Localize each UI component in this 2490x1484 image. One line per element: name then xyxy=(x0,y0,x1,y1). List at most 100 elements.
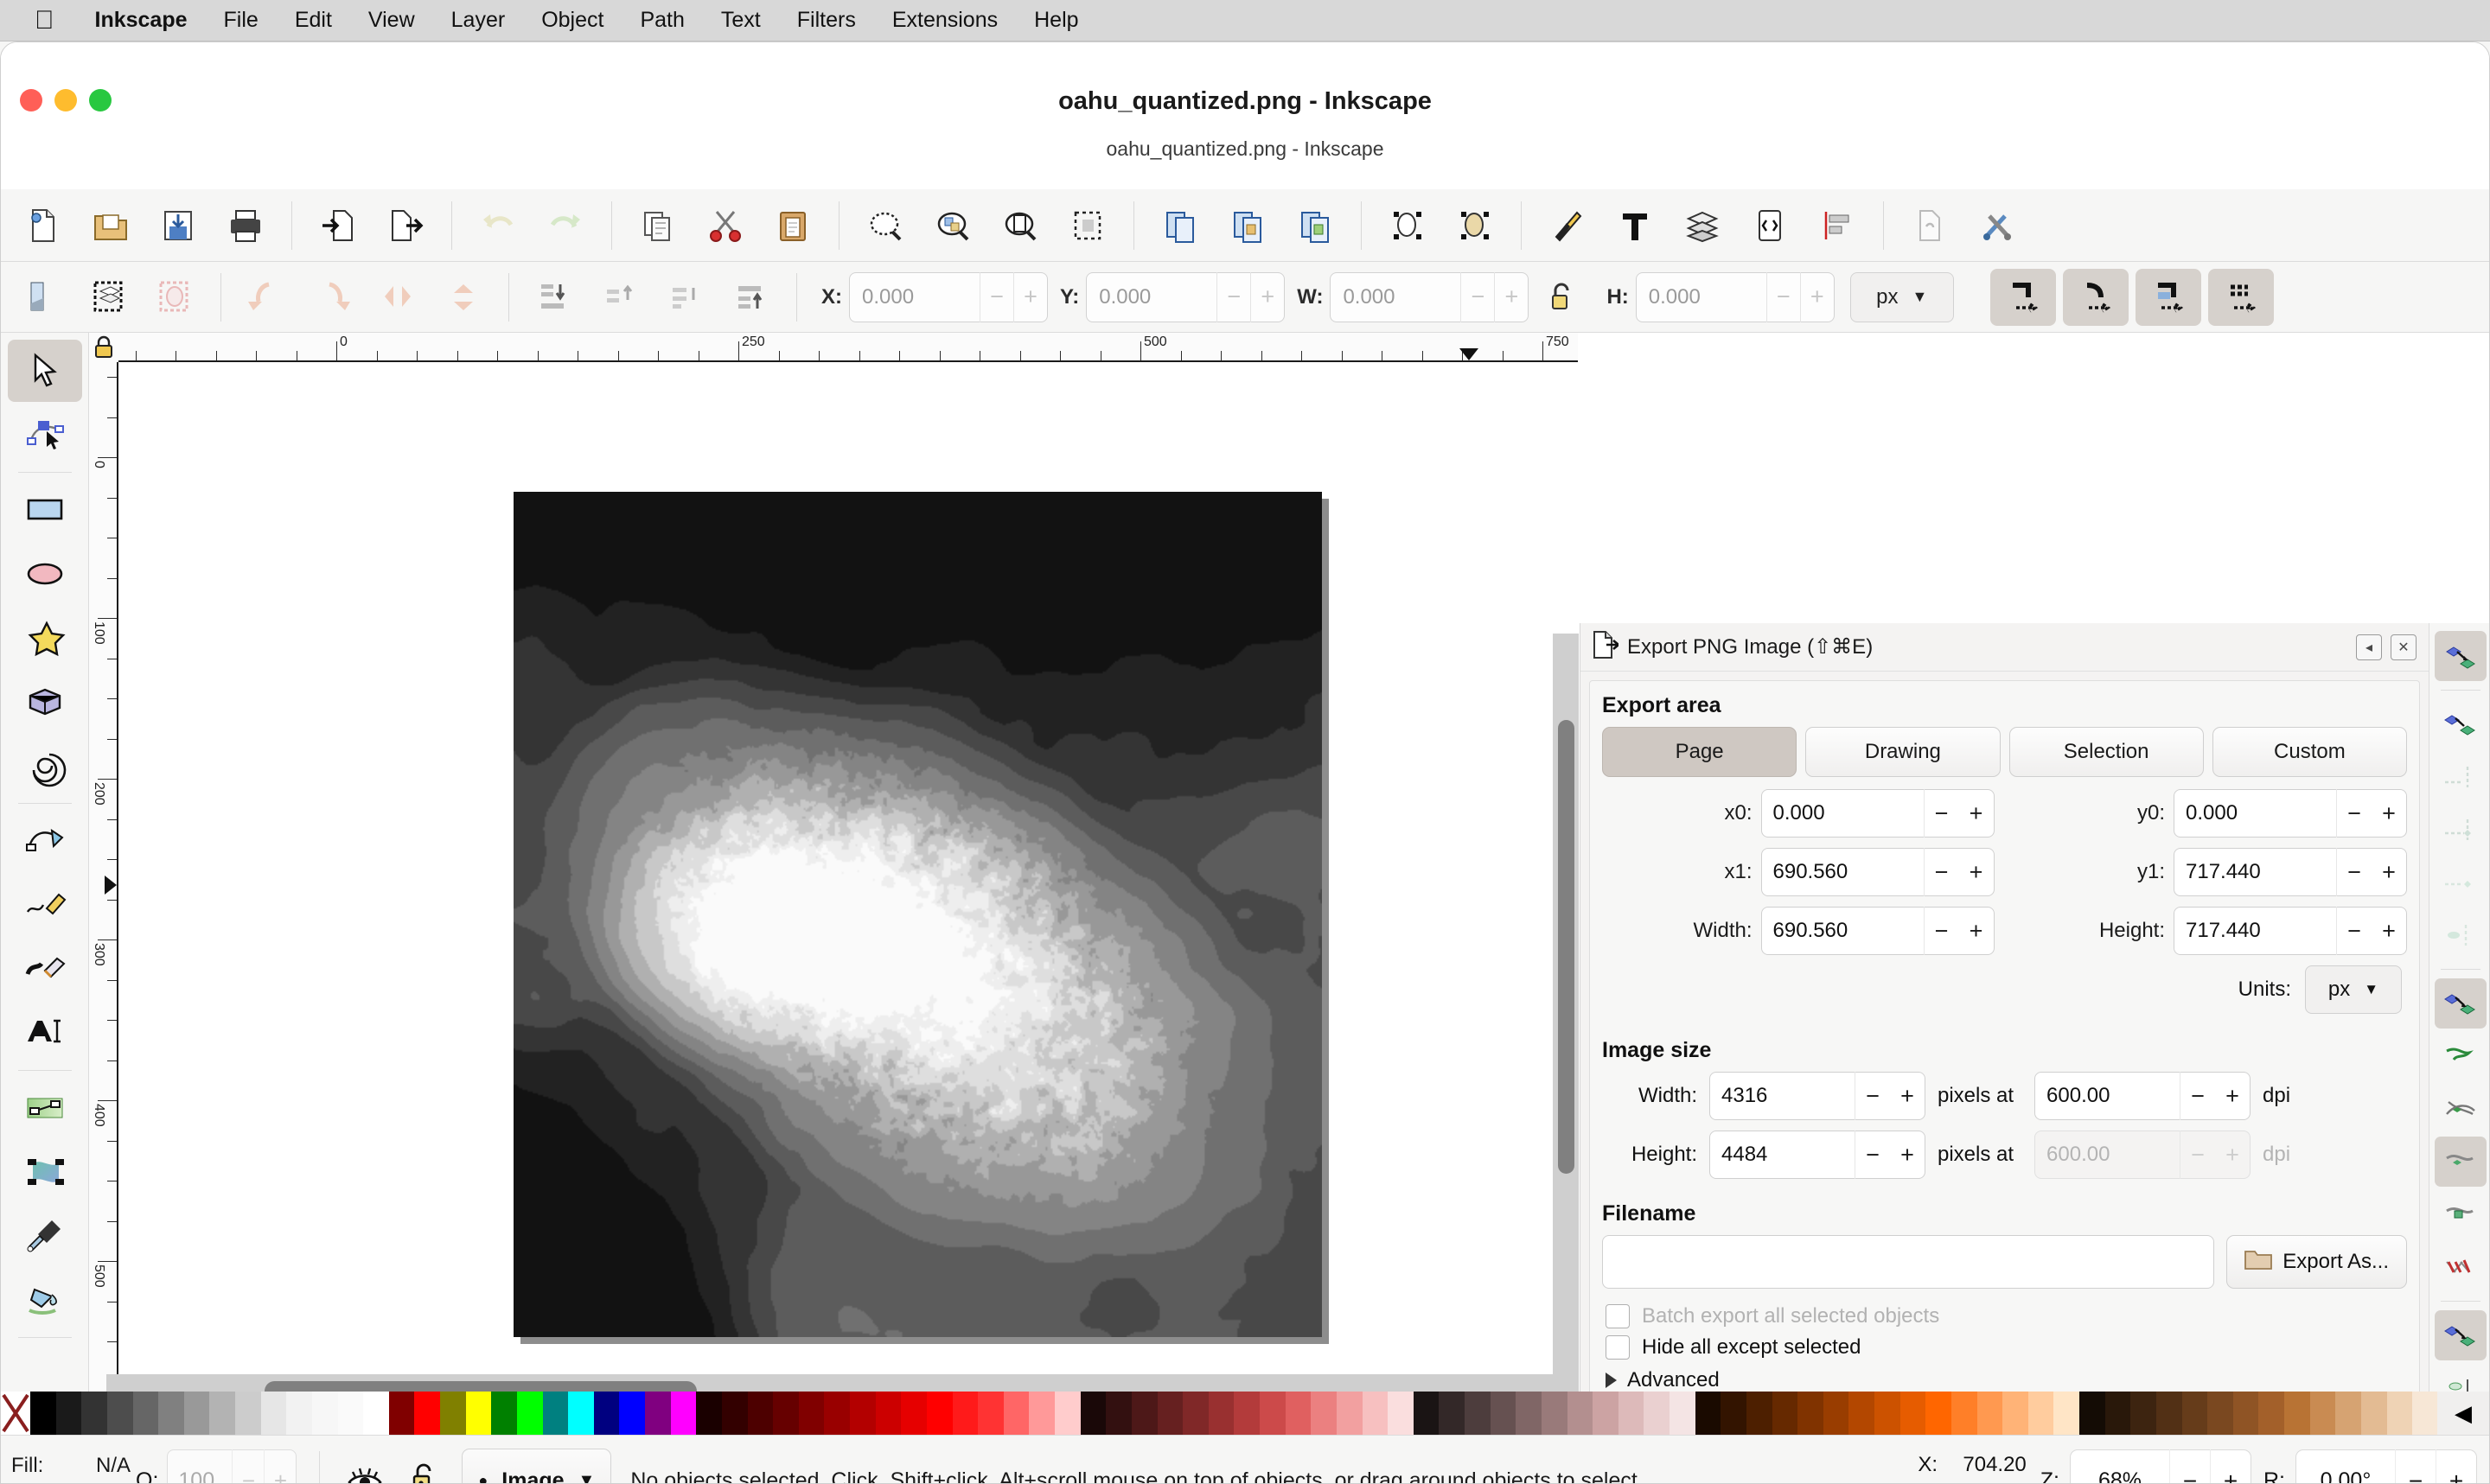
y1-increment[interactable]: + xyxy=(2372,859,2406,886)
collapse-icon[interactable]: ◂ xyxy=(2356,634,2382,660)
paste-icon[interactable] xyxy=(763,196,822,255)
snap-bbox-corners-button[interactable] xyxy=(2435,805,2487,855)
units-dropdown[interactable]: px ▼ xyxy=(1849,271,1954,322)
palette-swatch[interactable] xyxy=(1925,1392,1951,1435)
palette-swatch[interactable] xyxy=(2412,1392,2438,1435)
palette-swatch[interactable] xyxy=(1772,1392,1798,1435)
snap-bbox-edges-button[interactable] xyxy=(2435,752,2487,802)
export-area-custom-button[interactable]: Custom xyxy=(2212,727,2407,777)
ellipse-tool[interactable] xyxy=(8,543,82,605)
y-increment[interactable]: + xyxy=(1251,283,1284,310)
palette-swatch[interactable] xyxy=(696,1392,722,1435)
palette-swatch[interactable] xyxy=(516,1392,543,1435)
node-tool[interactable] xyxy=(8,404,82,466)
flip-vertical-icon[interactable] xyxy=(437,271,490,324)
gradient-tool[interactable] xyxy=(8,1077,82,1139)
rotate-ccw-icon[interactable] xyxy=(239,271,293,324)
menu-view[interactable]: View xyxy=(350,8,433,33)
new-document-icon[interactable] xyxy=(14,196,73,255)
lock-open-icon[interactable] xyxy=(1535,271,1588,324)
palette-swatch[interactable] xyxy=(747,1392,774,1435)
palette-swatch[interactable] xyxy=(1746,1392,1772,1435)
rectangle-tool[interactable] xyxy=(8,479,82,541)
palette-swatch[interactable] xyxy=(209,1392,235,1435)
dpi-width-increment[interactable]: + xyxy=(2215,1083,2250,1110)
palette-swatch[interactable] xyxy=(901,1392,927,1435)
canvas-vertical-scrollbar[interactable] xyxy=(1553,634,1579,1483)
palette-swatch[interactable] xyxy=(1797,1392,1823,1435)
star-tool[interactable] xyxy=(8,607,82,669)
palette-swatch[interactable] xyxy=(1336,1392,1363,1435)
3dbox-tool[interactable] xyxy=(8,671,82,733)
palette-swatch[interactable] xyxy=(1285,1392,1312,1435)
rotate-decrement[interactable]: − xyxy=(2396,1468,2436,1484)
x0-increment[interactable]: + xyxy=(1959,800,1994,827)
palette-swatch[interactable] xyxy=(2309,1392,2336,1435)
document-properties-icon[interactable] xyxy=(1900,196,1959,255)
paintbucket-tool[interactable] xyxy=(8,1269,82,1331)
lock-open-icon[interactable] xyxy=(406,1459,443,1483)
palette-swatch[interactable] xyxy=(183,1392,210,1435)
palette-swatch[interactable] xyxy=(1490,1392,1516,1435)
x1-input[interactable]: 690.560 − + xyxy=(1760,848,1995,896)
pencil-tool[interactable] xyxy=(8,874,82,936)
menu-file[interactable]: File xyxy=(206,8,277,33)
palette-swatch[interactable] xyxy=(1618,1392,1644,1435)
opacity-input[interactable]: 100 − + xyxy=(167,1449,297,1483)
open-document-icon[interactable] xyxy=(81,196,140,255)
palette-swatch[interactable] xyxy=(2360,1392,2387,1435)
snap-cusp-nodes-button[interactable] xyxy=(2434,1137,2487,1187)
y-field[interactable]: 0.000 − + xyxy=(1086,271,1286,322)
export-area-drawing-button[interactable]: Drawing xyxy=(1805,727,2001,777)
palette-swatch[interactable] xyxy=(1721,1392,1746,1435)
print-icon[interactable] xyxy=(216,196,275,255)
align-distribute-icon[interactable] xyxy=(1808,196,1867,255)
palette-swatch[interactable] xyxy=(2284,1392,2310,1435)
image-height-decrement[interactable]: − xyxy=(1855,1142,1890,1169)
palette-swatch[interactable] xyxy=(1157,1392,1184,1435)
snap-midpoints-button[interactable] xyxy=(2435,1242,2487,1292)
palette-swatch[interactable] xyxy=(2130,1392,2156,1435)
layers-icon[interactable] xyxy=(1673,196,1732,255)
batch-export-row[interactable]: Batch export all selected objects xyxy=(1590,1301,2419,1332)
vertical-scroll-thumb[interactable] xyxy=(1558,720,1574,1174)
zoom-decrement[interactable]: − xyxy=(2170,1468,2210,1484)
y0-increment[interactable]: + xyxy=(2372,800,2406,827)
x-increment[interactable]: + xyxy=(1014,283,1047,310)
image-width-input[interactable]: 4316 − + xyxy=(1709,1072,1925,1120)
hide-all-except-selected-row[interactable]: Hide all except selected xyxy=(1590,1332,2419,1363)
zoom-input[interactable]: 68% − + xyxy=(2070,1449,2251,1484)
zoom-page-icon[interactable] xyxy=(991,196,1050,255)
export-height-input[interactable]: 717.440 − + xyxy=(2174,907,2407,955)
palette-swatch[interactable] xyxy=(1593,1392,1618,1435)
palette-swatch[interactable] xyxy=(1516,1392,1542,1435)
y-decrement[interactable]: − xyxy=(1217,283,1250,310)
palette-swatch[interactable] xyxy=(1823,1392,1849,1435)
apple-logo-icon[interactable]:  xyxy=(35,7,54,34)
redo-icon[interactable] xyxy=(536,196,595,255)
rotate-input[interactable]: 0.00° − + xyxy=(2295,1449,2477,1484)
group-icon[interactable] xyxy=(1218,196,1277,255)
palette-swatch[interactable] xyxy=(2104,1392,2131,1435)
palette-swatch[interactable] xyxy=(1670,1392,1695,1435)
select-all-objects-icon[interactable] xyxy=(17,271,71,324)
palette-swatch[interactable] xyxy=(388,1392,415,1435)
palette-swatch[interactable] xyxy=(2258,1392,2284,1435)
mask-icon[interactable] xyxy=(1446,196,1504,255)
export-width-increment[interactable]: + xyxy=(1959,918,1994,945)
palette-swatch[interactable] xyxy=(1644,1392,1670,1435)
no-color-swatch[interactable] xyxy=(1,1392,30,1435)
x-decrement[interactable]: − xyxy=(980,283,1013,310)
palette-swatch[interactable] xyxy=(568,1392,594,1435)
zoom-drawing-icon[interactable] xyxy=(923,196,982,255)
canvas-area[interactable]: 0 250 500 750 0 100 200 300 400 500 xyxy=(89,333,1578,1392)
palette-swatch[interactable] xyxy=(1848,1392,1874,1435)
zoom-increment[interactable]: + xyxy=(2211,1468,2251,1484)
palette-swatch[interactable] xyxy=(1413,1392,1440,1435)
palette-swatch[interactable] xyxy=(81,1392,107,1435)
menu-filters[interactable]: Filters xyxy=(779,8,874,33)
palette-swatch[interactable] xyxy=(1234,1392,1260,1435)
import-icon[interactable] xyxy=(309,196,367,255)
snap-path-intersections-button[interactable] xyxy=(2435,1084,2487,1134)
ungroup-icon[interactable] xyxy=(1286,196,1344,255)
